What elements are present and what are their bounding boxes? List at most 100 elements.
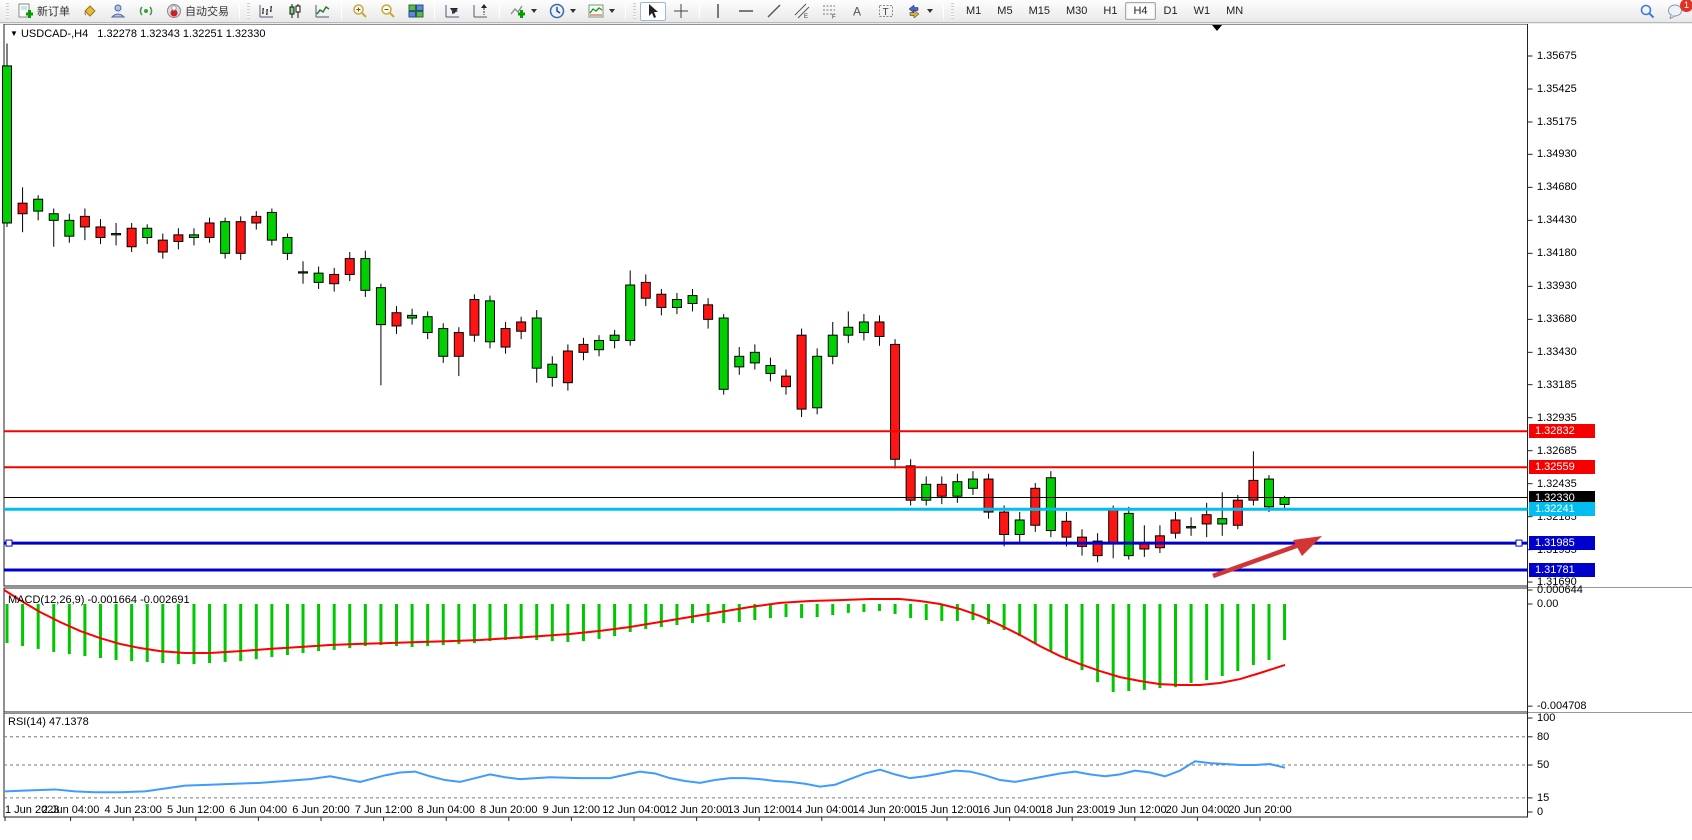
time-axis-label: 12 Jun 04:00: [602, 804, 666, 816]
signals-button[interactable]: [133, 2, 159, 21]
candle: [797, 335, 806, 409]
timeframe-button-d1[interactable]: D1: [1156, 2, 1186, 20]
candle: [610, 335, 619, 340]
price-axis-label: 1.32685: [1537, 445, 1577, 457]
candle: [1233, 500, 1242, 525]
trendline-tool-button[interactable]: [761, 2, 787, 21]
chart-symbol-title: ▼ USDCAD-,H4 1.32278 1.32343 1.32251 1.3…: [10, 28, 266, 40]
crosshair-icon: [673, 3, 689, 19]
main-toolbar: 新订单 自动交易: [0, 0, 1692, 23]
rsi-axis-label: 100: [1537, 712, 1555, 724]
timeframe-button-h4[interactable]: H4: [1125, 2, 1155, 20]
timeframe-button-m1[interactable]: M1: [958, 2, 989, 20]
candle: [236, 222, 245, 254]
timeframe-button-m5[interactable]: M5: [989, 2, 1020, 20]
indicators-button[interactable]: [505, 2, 542, 21]
periods-dropdown-caret[interactable]: [570, 9, 576, 13]
svg-text:A: A: [853, 5, 861, 19]
cursor-tool-button[interactable]: [640, 2, 666, 21]
zoom-out-icon: [380, 3, 396, 19]
indicators-icon: [510, 3, 526, 19]
templates-dropdown-caret[interactable]: [609, 9, 615, 13]
tile-windows-button[interactable]: [403, 2, 429, 21]
indicators-dropdown-caret[interactable]: [531, 9, 537, 13]
candle: [174, 235, 183, 242]
line-drag-handle[interactable]: [1516, 540, 1522, 546]
candle: [735, 356, 744, 367]
time-axis-label: 20 Jun 04:00: [1166, 804, 1230, 816]
rsi-axis-label: 15: [1537, 792, 1549, 804]
separator: [943, 3, 944, 19]
zoom-in-button[interactable]: [347, 2, 373, 21]
arrows-tool-button[interactable]: [901, 2, 938, 21]
arrows-dropdown-caret[interactable]: [927, 9, 933, 13]
toolbar-grip[interactable]: [633, 3, 636, 19]
hline-tool-button[interactable]: [733, 2, 759, 21]
new-order-icon: [18, 3, 34, 19]
rsi-axis-label: 0: [1537, 806, 1543, 818]
toolbar-grip[interactable]: [6, 3, 9, 19]
candle: [1202, 515, 1211, 524]
timeframe-button-w1[interactable]: W1: [1186, 2, 1219, 20]
autotrade-button[interactable]: 自动交易: [161, 2, 234, 21]
periods-button[interactable]: [544, 2, 581, 21]
price-axis-label: 1.35675: [1537, 50, 1577, 62]
candle: [937, 484, 946, 496]
candle: [314, 273, 323, 282]
price-axis-label: 1.35425: [1537, 83, 1577, 95]
chart-menu-triangle-icon[interactable]: ▼: [10, 29, 18, 38]
new-order-button[interactable]: 新订单: [13, 2, 75, 21]
auto-scroll-button[interactable]: [440, 2, 466, 21]
rsi-axis-label: 80: [1537, 731, 1549, 743]
bar-chart-mode-button[interactable]: [254, 2, 280, 21]
candle: [454, 333, 463, 357]
line-chart-mode-button[interactable]: [310, 2, 336, 21]
styler-button[interactable]: [77, 2, 103, 21]
fibonacci-tool-button[interactable]: F: [817, 2, 843, 21]
candle: [766, 366, 775, 374]
vline-tool-button[interactable]: [705, 2, 731, 21]
timeframe-button-mn[interactable]: MN: [1218, 2, 1251, 20]
candlestick-mode-button[interactable]: [282, 2, 308, 21]
templates-button[interactable]: [583, 2, 620, 21]
candle: [1187, 527, 1196, 528]
candle: [143, 228, 152, 237]
time-axis-label: 12 Jun 20:00: [665, 804, 729, 816]
candle: [423, 317, 432, 333]
timeframe-button-m15[interactable]: M15: [1021, 2, 1058, 20]
candle: [392, 313, 401, 326]
line-chart-icon: [315, 3, 331, 19]
timeframe-button-h1[interactable]: H1: [1095, 2, 1125, 20]
channel-tool-button[interactable]: E: [789, 2, 815, 21]
auto-scroll-icon: [445, 3, 461, 19]
crosshair-tool-button[interactable]: [668, 2, 694, 21]
timeframe-button-m30[interactable]: M30: [1058, 2, 1095, 20]
candle: [205, 223, 214, 238]
candle: [34, 199, 43, 211]
trend-arrow-head[interactable]: [1293, 536, 1322, 556]
candle: [1046, 478, 1055, 531]
price-axis-label: 1.34680: [1537, 181, 1577, 193]
time-axis-label: 20 Jun 20:00: [1228, 804, 1292, 816]
chart-shift-button[interactable]: [468, 2, 494, 21]
candle: [891, 344, 900, 459]
notifications-button[interactable]: 1: [1662, 2, 1688, 21]
toolbar-grip[interactable]: [247, 3, 250, 19]
search-button[interactable]: [1634, 2, 1660, 21]
clock-icon: [549, 3, 565, 19]
text-label-tool-button[interactable]: T: [873, 2, 899, 21]
price-axis-label: 1.33430: [1537, 346, 1577, 358]
toolbar-grip[interactable]: [951, 3, 954, 19]
time-axis-label: 4 Jun 23:00: [104, 804, 162, 816]
price-line-badge: 1.32241: [1529, 502, 1595, 516]
chart-shift-marker-icon[interactable]: [1212, 25, 1222, 31]
candle: [470, 300, 479, 336]
candle: [501, 329, 510, 347]
macd-axis-label: -0.004708: [1537, 700, 1587, 712]
profiles-button[interactable]: [105, 2, 131, 21]
chart-canvas[interactable]: [0, 24, 1692, 840]
zoom-out-button[interactable]: [375, 2, 401, 21]
line-drag-handle[interactable]: [6, 540, 12, 546]
candle: [376, 288, 385, 325]
text-tool-button[interactable]: A: [845, 2, 871, 21]
